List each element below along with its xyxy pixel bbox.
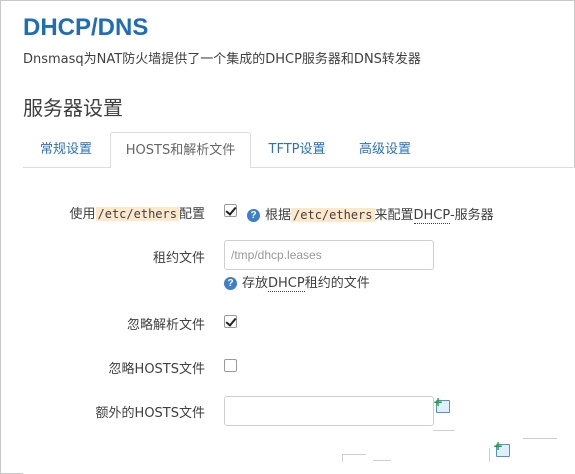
use-ethers-label-post: 配置 [178, 207, 205, 222]
use-ethers-label: 使用/etc/ethers 配置 [69, 203, 205, 222]
page-title: DHCP/DNS [23, 14, 149, 41]
page-description: Dnsmasq为NAT防火墙提供了一个集成的DHCP服务器和DNS转发器 [23, 52, 421, 67]
use-ethers-label-pre: 使用 [69, 207, 96, 222]
add-icon[interactable] [493, 439, 510, 457]
leasefile-help: ? 存放DHCP租约的文件 [224, 272, 370, 292]
divider [433, 430, 455, 431]
section-title: 服务器设置 [23, 96, 123, 120]
extra-hosts-label: 额外的HOSTS文件 [95, 406, 205, 421]
settings-panel: 使用/etc/ethers 配置 ? 根据/etc/ethers 来配置DHCP-服务… [23, 168, 575, 474]
use-ethers-help: ? 根据/etc/ethers 来配置DHCP-服务器 [247, 204, 494, 224]
tab-hosts-resolv[interactable]: HOSTS和解析文件 [110, 132, 251, 169]
use-ethers-help-mid: 来配置 [374, 208, 414, 223]
extra-hosts-input[interactable] [224, 396, 434, 426]
help-icon: ? [224, 277, 237, 290]
use-ethers-help-pre: 根据 [265, 208, 292, 223]
ignore-resolv-label: 忽略解析文件 [126, 318, 205, 333]
help-icon: ? [247, 209, 260, 222]
tab-bar: 常规设置 HOSTS和解析文件 TFTP设置 高级设置 [23, 132, 575, 169]
tab-general[interactable]: 常规设置 [23, 132, 109, 168]
divider [523, 438, 557, 439]
leasefile-label: 租约文件 [152, 251, 205, 266]
tab-advanced[interactable]: 高级设置 [345, 132, 425, 168]
ignore-hosts-label: 忽略HOSTS文件 [108, 362, 205, 377]
leasefile-help-abbr: DHCP [268, 276, 305, 292]
tab-tftp[interactable]: TFTP设置 [253, 132, 341, 168]
divider [342, 454, 366, 462]
add-icon[interactable] [433, 395, 450, 413]
use-ethers-checkbox[interactable] [224, 204, 237, 217]
use-ethers-help-post: -服务器 [449, 208, 494, 223]
use-ethers-help-code: /etc/ethers [291, 208, 375, 222]
ignore-hosts-checkbox[interactable] [224, 359, 237, 372]
leasefile-help-post: 租约的文件 [304, 276, 370, 291]
use-ethers-label-code: /etc/ethers [95, 207, 179, 221]
ignore-resolv-checkbox[interactable] [224, 315, 237, 328]
use-ethers-help-abbr: DHCP [413, 208, 450, 224]
divider [489, 448, 490, 462]
leasefile-help-pre: 存放 [242, 276, 269, 291]
leasefile-input[interactable]: /tmp/dhcp.leases [224, 240, 434, 270]
divider [373, 460, 391, 461]
